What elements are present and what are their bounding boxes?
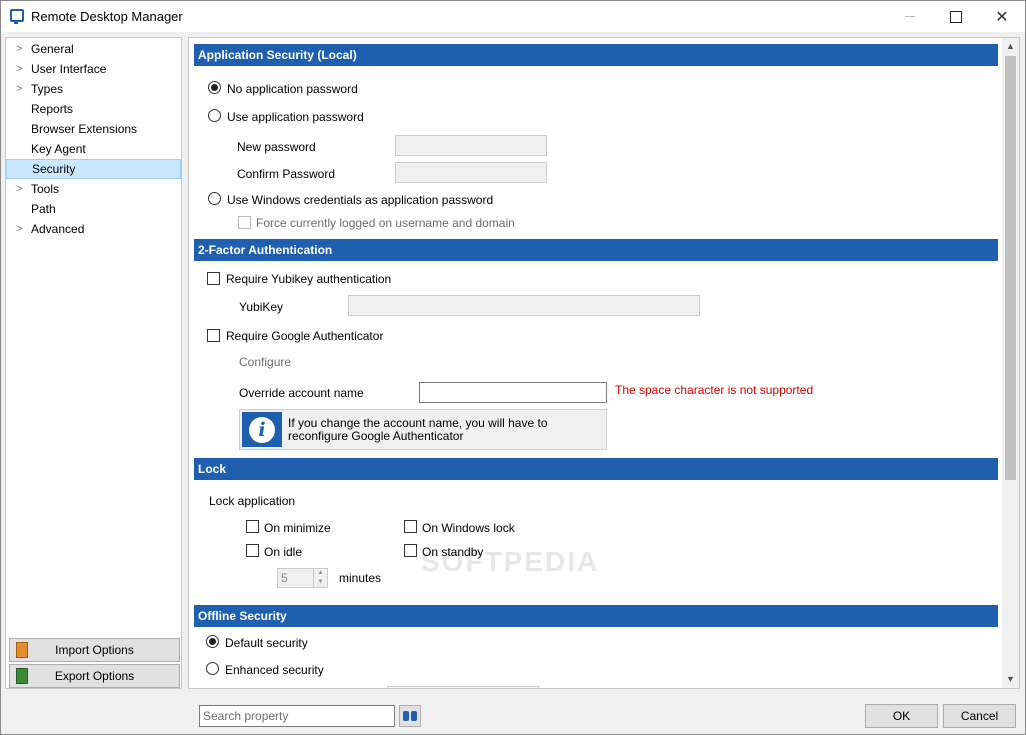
windows-credentials-label: Use Windows credentials as application p… <box>227 193 494 207</box>
section-header-offline: Offline Security <box>194 605 998 627</box>
import-options-button[interactable]: Import Options <box>9 638 180 662</box>
nav-item-path[interactable]: Path <box>6 199 181 219</box>
idle-minutes-value: 5 <box>281 571 288 585</box>
on-idle-label: On idle <box>264 545 303 559</box>
on-minimize-label: On minimize <box>264 521 331 535</box>
nav-item-reports[interactable]: Reports <box>6 99 181 119</box>
nav-item-security[interactable]: Security <box>6 159 181 179</box>
radio-no-password[interactable] <box>208 81 221 94</box>
maximize-button[interactable] <box>933 1 979 32</box>
require-google-label: Require Google Authenticator <box>226 329 384 343</box>
configure-link[interactable]: Configure <box>239 355 291 369</box>
info-message-box: i If you change the account name, you wi… <box>239 409 607 450</box>
property-panel: Application Security (Local) No applicat… <box>188 37 1020 689</box>
nav-item-advanced[interactable]: > Advanced <box>6 219 181 239</box>
nav-item-user-interface[interactable]: > User Interface <box>6 59 181 79</box>
window-title: Remote Desktop Manager <box>31 9 183 24</box>
section-header-lock: Lock <box>194 458 998 480</box>
idle-minutes-spinner[interactable]: 5 ▲ ▼ <box>277 568 328 588</box>
default-security-label: Default security <box>225 636 308 650</box>
radio-enhanced-security[interactable] <box>206 662 219 675</box>
chevron-right-icon: > <box>16 43 23 55</box>
yubikey-label: YubiKey <box>239 300 284 314</box>
yubikey-field[interactable] <box>348 295 700 316</box>
lock-application-label: Lock application <box>209 494 296 508</box>
scroll-down-icon[interactable]: ▼ <box>1002 671 1019 688</box>
scroll-thumb[interactable] <box>1005 56 1016 480</box>
new-password-label: New password <box>237 140 316 154</box>
nav-item-general[interactable]: > General <box>6 39 181 59</box>
export-options-button[interactable]: Export Options <box>9 664 180 688</box>
vertical-scrollbar[interactable]: ▲ ▼ <box>1002 38 1019 688</box>
search-button[interactable] <box>399 705 421 727</box>
force-logged-on-checkbox[interactable] <box>238 216 251 229</box>
offline-field-partial[interactable] <box>387 686 539 688</box>
override-account-label: Override account name <box>239 386 364 400</box>
options-nav-tree: > General > User Interface > Types Reports … <box>5 37 182 689</box>
spinner-arrows-icon[interactable]: ▲ ▼ <box>313 569 327 587</box>
minimize-button[interactable] <box>887 1 933 32</box>
chevron-right-icon: > <box>16 223 23 235</box>
binoculars-icon <box>403 711 417 721</box>
section-header-2fa: 2-Factor Authentication <box>194 239 998 261</box>
radio-default-security[interactable] <box>206 635 219 648</box>
on-idle-checkbox[interactable] <box>246 544 259 557</box>
close-icon: ✕ <box>995 8 1009 26</box>
use-password-label: Use application password <box>227 110 364 124</box>
nav-item-browser-extensions[interactable]: Browser Extensions <box>6 119 181 139</box>
close-button[interactable]: ✕ <box>979 1 1025 32</box>
on-standby-checkbox[interactable] <box>404 544 417 557</box>
nav-item-types[interactable]: > Types <box>6 79 181 99</box>
title-bar: Remote Desktop Manager ✕ <box>1 1 1025 32</box>
new-password-field[interactable] <box>395 135 547 156</box>
minutes-label: minutes <box>339 571 382 585</box>
on-windows-lock-checkbox[interactable] <box>404 520 417 533</box>
on-minimize-checkbox[interactable] <box>246 520 259 533</box>
remote-desktop-icon <box>10 9 24 24</box>
scroll-up-icon[interactable]: ▲ <box>1002 38 1019 55</box>
force-logged-on-label: Force currently logged on username and d… <box>256 216 515 230</box>
nav-item-tools[interactable]: > Tools <box>6 179 181 199</box>
on-standby-label: On standby <box>422 545 484 559</box>
search-property-input[interactable]: Search property <box>199 705 395 727</box>
enhanced-security-label: Enhanced security <box>225 663 324 677</box>
require-yubikey-label: Require Yubikey authentication <box>226 272 392 286</box>
app-window: Remote Desktop Manager ✕ > General > User … <box>0 0 1026 735</box>
radio-windows-credentials[interactable] <box>208 192 221 205</box>
confirm-password-field[interactable] <box>395 162 547 183</box>
cancel-button[interactable]: Cancel <box>943 704 1016 728</box>
require-google-checkbox[interactable] <box>207 329 220 342</box>
nav-item-key-agent[interactable]: Key Agent <box>6 139 181 159</box>
import-icon <box>16 642 28 658</box>
override-account-field[interactable] <box>419 382 607 403</box>
info-icon: i <box>242 412 282 447</box>
chevron-right-icon: > <box>16 183 23 195</box>
info-message-text: If you change the account name, you will… <box>288 416 548 443</box>
radio-use-password[interactable] <box>208 109 221 122</box>
export-icon <box>16 668 28 684</box>
no-password-label: No application password <box>227 82 358 96</box>
space-error-message: The space character is not supported <box>615 383 814 397</box>
chevron-right-icon: > <box>16 63 23 75</box>
ok-button[interactable]: OK <box>865 704 938 728</box>
chevron-right-icon: > <box>16 83 23 95</box>
confirm-password-label: Confirm Password <box>237 167 336 181</box>
on-windows-lock-label: On Windows lock <box>422 521 515 535</box>
section-header-app-security: Application Security (Local) <box>194 44 998 66</box>
require-yubikey-checkbox[interactable] <box>207 272 220 285</box>
